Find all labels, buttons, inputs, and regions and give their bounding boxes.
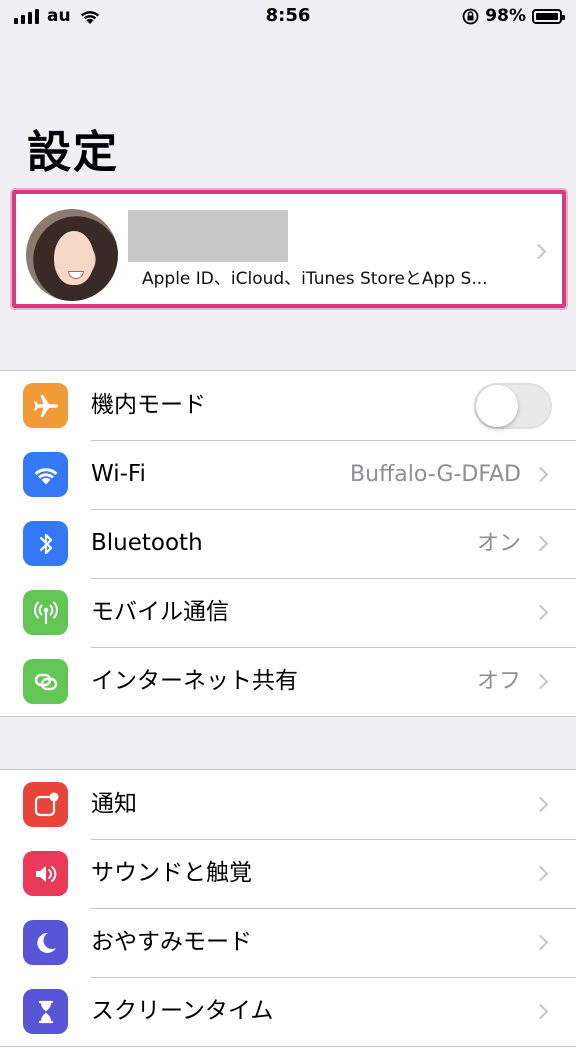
settings-row-wifi[interactable]: Wi-Fi Buffalo-G-DFAD xyxy=(0,440,576,509)
settings-row-screen-time[interactable]: スクリーンタイム xyxy=(0,977,576,1046)
row-label: Bluetooth xyxy=(91,530,203,556)
hourglass-icon xyxy=(23,989,68,1034)
apple-id-profile-card[interactable]: Apple ID、iCloud、iTunes StoreとApp S... xyxy=(12,190,566,308)
avatar xyxy=(26,209,118,301)
row-label: サウンドと触覚 xyxy=(91,860,252,886)
airplane-icon xyxy=(23,383,68,428)
antenna-icon xyxy=(23,590,68,635)
settings-row-sounds[interactable]: サウンドと触覚 xyxy=(0,839,576,908)
battery-icon xyxy=(532,8,565,24)
link-icon xyxy=(23,659,68,704)
chevron-right-icon xyxy=(532,466,549,483)
redacted-user-name xyxy=(128,210,288,262)
airplane-mode-toggle[interactable] xyxy=(474,383,552,429)
chevron-right-icon xyxy=(532,1003,549,1020)
battery-percentage: 98% xyxy=(485,6,526,26)
bluetooth-icon xyxy=(23,521,68,566)
settings-row-bluetooth[interactable]: Bluetooth オン xyxy=(0,509,576,578)
profile-subtitle: Apple ID、iCloud、iTunes StoreとApp S... xyxy=(142,269,488,289)
row-label: Wi-Fi xyxy=(91,461,146,487)
status-bar: au 8:56 98% xyxy=(0,0,576,34)
chevron-right-icon xyxy=(532,796,549,813)
speaker-icon xyxy=(23,851,68,896)
row-value: オン xyxy=(476,531,521,556)
page-title: 設定 xyxy=(27,127,119,178)
chevron-right-icon xyxy=(532,934,549,951)
settings-row-personal-hotspot[interactable]: インターネット共有 オフ xyxy=(0,647,576,716)
chevron-right-icon xyxy=(532,604,549,621)
battery-level xyxy=(536,12,558,20)
status-right: 98% xyxy=(462,6,565,26)
moon-icon xyxy=(23,920,68,965)
row-label: おやすみモード xyxy=(91,929,252,955)
row-label: モバイル通信 xyxy=(91,599,229,625)
settings-row-do-not-disturb[interactable]: おやすみモード xyxy=(0,908,576,977)
row-value: オフ xyxy=(476,669,521,694)
row-label: 通知 xyxy=(91,791,137,817)
settings-row-cellular[interactable]: モバイル通信 xyxy=(0,578,576,647)
wifi-icon xyxy=(23,452,68,497)
chevron-right-icon xyxy=(532,865,549,882)
settings-row-notifications[interactable]: 通知 xyxy=(0,770,576,839)
notification-icon xyxy=(23,782,68,827)
notifications-group: 通知 サウンドと触覚 おやすみモード スクリーンタイム xyxy=(0,769,576,1047)
toggle-knob xyxy=(476,385,518,427)
chevron-right-icon xyxy=(532,535,549,552)
chevron-right-icon xyxy=(532,673,549,690)
chevron-right-icon xyxy=(530,243,547,260)
row-label: 機内モード xyxy=(91,392,206,418)
settings-row-airplane-mode[interactable]: 機内モード xyxy=(0,371,576,440)
connectivity-group: 機内モード Wi-Fi Buffalo-G-DFAD Bluetooth オン … xyxy=(0,370,576,717)
row-label: スクリーンタイム xyxy=(91,998,274,1024)
orientation-lock-icon xyxy=(462,8,479,24)
row-value: Buffalo-G-DFAD xyxy=(350,462,521,487)
row-label: インターネット共有 xyxy=(91,668,298,694)
